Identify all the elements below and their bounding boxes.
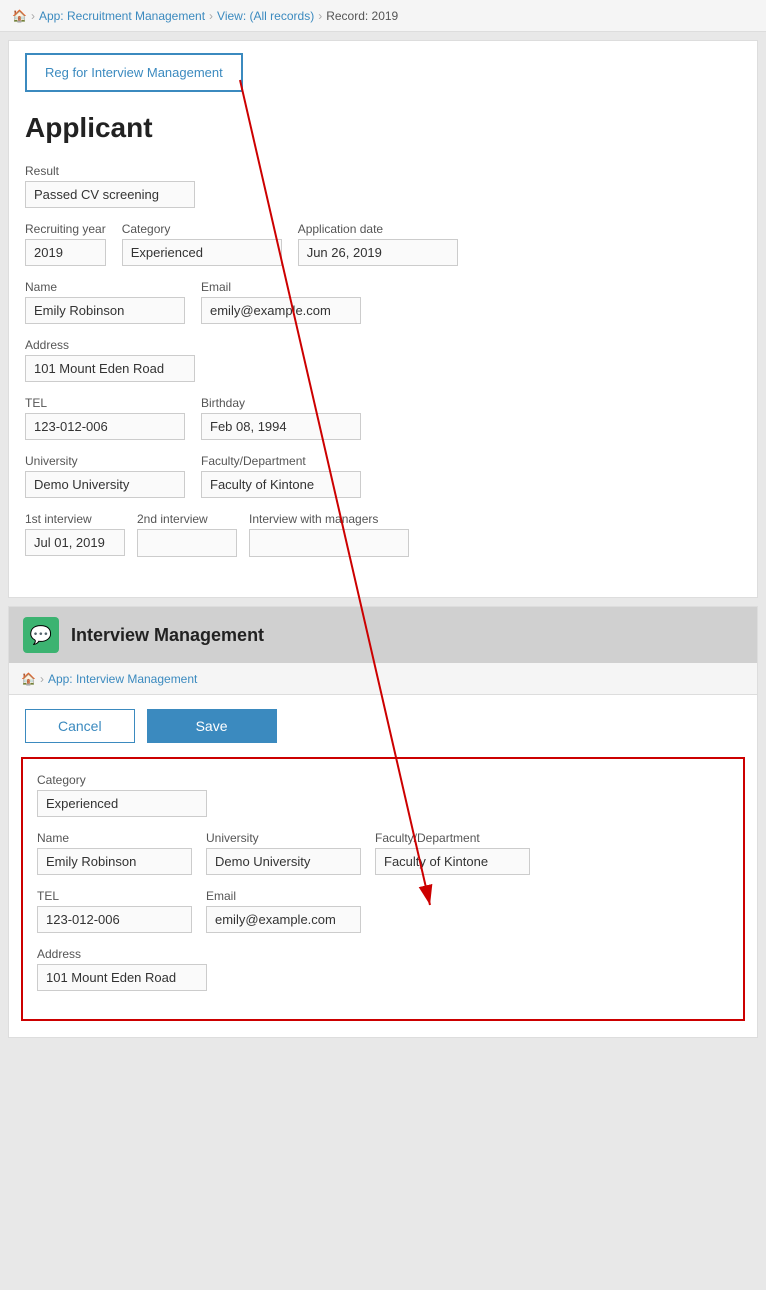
top-breadcrumb: 🏠 › App: Recruitment Management › View: … xyxy=(0,0,766,32)
address-value: 101 Mount Eden Road xyxy=(25,355,195,382)
im-category-label: Category xyxy=(37,773,729,787)
address-label: Address xyxy=(25,338,741,352)
recruiting-year-value: 2019 xyxy=(25,239,106,266)
name-field: Name Emily Robinson xyxy=(25,280,185,324)
breadcrumb-app-link[interactable]: App: Recruitment Management xyxy=(39,9,205,23)
application-date-field: Application date Jun 26, 2019 xyxy=(298,222,458,266)
category-field: Category Experienced xyxy=(122,222,282,266)
interview-management-card: 💬 Interview Management 🏠 › App: Intervie… xyxy=(8,606,758,1038)
im-breadcrumb: 🏠 › App: Interview Management xyxy=(9,663,757,695)
save-button[interactable]: Save xyxy=(147,709,277,743)
im-category-value: Experienced xyxy=(37,790,207,817)
im-app-link[interactable]: App: Interview Management xyxy=(48,672,197,686)
im-buttons: Cancel Save xyxy=(9,695,757,757)
interview1-value: Jul 01, 2019 xyxy=(25,529,125,556)
im-name-value: Emily Robinson xyxy=(37,848,192,875)
im-name-field: Name Emily Robinson xyxy=(37,831,192,875)
tel-value: 123-012-006 xyxy=(25,413,185,440)
faculty-value: Faculty of Kintone xyxy=(201,471,361,498)
im-address-field: Address 101 Mount Eden Road xyxy=(37,947,729,991)
interview2-value xyxy=(137,529,237,557)
im-email-label: Email xyxy=(206,889,361,903)
result-value: Passed CV screening xyxy=(25,181,195,208)
im-university-value: Demo University xyxy=(206,848,361,875)
im-faculty-label: Faculty/Department xyxy=(375,831,530,845)
breadcrumb-record: Record: 2019 xyxy=(326,9,398,23)
im-email-field: Email emily@example.com xyxy=(206,889,361,933)
interview-managers-field: Interview with managers xyxy=(249,512,409,557)
im-university-label: University xyxy=(206,831,361,845)
university-field: University Demo University xyxy=(25,454,185,498)
im-address-label: Address xyxy=(37,947,729,961)
im-title: Interview Management xyxy=(71,625,264,646)
university-label: University xyxy=(25,454,185,468)
im-form-section: Category Experienced Name Emily Robinson… xyxy=(21,757,745,1021)
result-label: Result xyxy=(25,164,741,178)
birthday-label: Birthday xyxy=(201,396,361,410)
faculty-label: Faculty/Department xyxy=(201,454,361,468)
interview-managers-value xyxy=(249,529,409,557)
cancel-button[interactable]: Cancel xyxy=(25,709,135,743)
name-value: Emily Robinson xyxy=(25,297,185,324)
tel-field: TEL 123-012-006 xyxy=(25,396,185,440)
applicant-card: Reg for Interview Management Applicant R… xyxy=(8,40,758,598)
application-date-value: Jun 26, 2019 xyxy=(298,239,458,266)
recruiting-year-label: Recruiting year xyxy=(25,222,106,236)
application-date-label: Application date xyxy=(298,222,458,236)
im-faculty-field: Faculty/Department Faculty of Kintone xyxy=(375,831,530,875)
im-faculty-value: Faculty of Kintone xyxy=(375,848,530,875)
interview2-field: 2nd interview xyxy=(137,512,237,557)
im-email-value: emily@example.com xyxy=(206,906,361,933)
name-label: Name xyxy=(25,280,185,294)
interview-dates-row: 1st interview Jul 01, 2019 2nd interview… xyxy=(25,512,741,557)
im-tel-label: TEL xyxy=(37,889,192,903)
category-value: Experienced xyxy=(122,239,282,266)
breadcrumb-view-link[interactable]: View: (All records) xyxy=(217,9,314,23)
recruiting-year-field: Recruiting year 2019 xyxy=(25,222,106,266)
email-value: emily@example.com xyxy=(201,297,361,324)
im-tel-row: TEL 123-012-006 Email emily@example.com xyxy=(37,889,729,933)
birthday-value: Feb 08, 1994 xyxy=(201,413,361,440)
im-university-field: University Demo University xyxy=(206,831,361,875)
im-header: 💬 Interview Management xyxy=(9,607,757,663)
interview1-label: 1st interview xyxy=(25,512,125,526)
im-icon: 💬 xyxy=(23,617,59,653)
university-value: Demo University xyxy=(25,471,185,498)
im-name-label: Name xyxy=(37,831,192,845)
interview-managers-label: Interview with managers xyxy=(249,512,409,526)
im-name-row: Name Emily Robinson University Demo Univ… xyxy=(37,831,729,875)
reg-interview-button[interactable]: Reg for Interview Management xyxy=(25,53,243,92)
im-tel-field: TEL 123-012-006 xyxy=(37,889,192,933)
result-field: Result Passed CV screening xyxy=(25,164,741,208)
interview2-label: 2nd interview xyxy=(137,512,237,526)
email-label: Email xyxy=(201,280,361,294)
birthday-field: Birthday Feb 08, 1994 xyxy=(201,396,361,440)
applicant-title: Applicant xyxy=(25,112,741,144)
im-address-value: 101 Mount Eden Road xyxy=(37,964,207,991)
im-category-field: Category Experienced xyxy=(37,773,729,817)
faculty-field: Faculty/Department Faculty of Kintone xyxy=(201,454,361,498)
email-field: Email emily@example.com xyxy=(201,280,361,324)
interview1-field: 1st interview Jul 01, 2019 xyxy=(25,512,125,556)
tel-label: TEL xyxy=(25,396,185,410)
home-icon[interactable]: 🏠 xyxy=(12,9,27,23)
im-home-icon[interactable]: 🏠 xyxy=(21,672,36,686)
category-label: Category xyxy=(122,222,282,236)
applicant-section: Applicant Result Passed CV screening Rec… xyxy=(9,104,757,581)
address-field: Address 101 Mount Eden Road xyxy=(25,338,741,382)
im-tel-value: 123-012-006 xyxy=(37,906,192,933)
